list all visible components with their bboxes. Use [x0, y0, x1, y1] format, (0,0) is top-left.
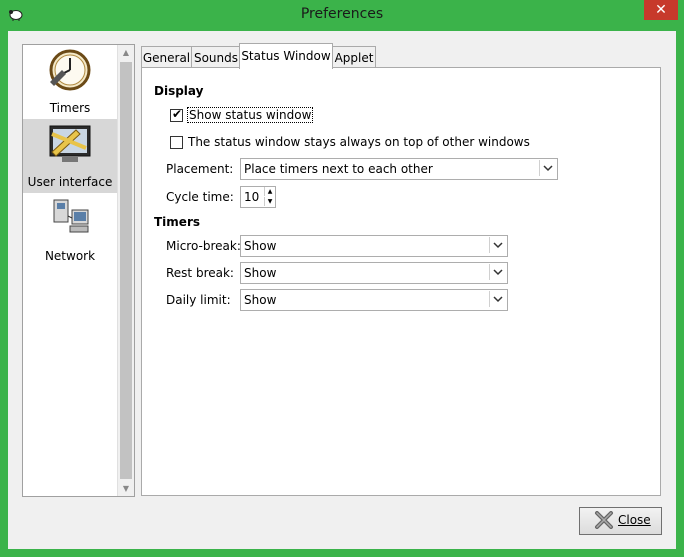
tab-status-window[interactable]: Status Window [239, 43, 333, 69]
display-heading: Display [154, 84, 204, 98]
dropdown-value: Show [244, 266, 277, 280]
daily-limit-dropdown[interactable]: Show [240, 289, 508, 311]
show-status-window-checkbox[interactable]: ✔ Show status window [170, 107, 314, 124]
dropdown-value: Show [244, 293, 277, 307]
window-title: Preferences [300, 6, 384, 22]
spinner-value: 10 [244, 190, 260, 204]
tab-general[interactable]: General [141, 46, 192, 68]
close-button-label: Close [618, 513, 651, 527]
tab-sounds[interactable]: Sounds [191, 46, 241, 68]
chevron-down-icon[interactable] [489, 264, 506, 280]
sidebar-item-label: User interface [27, 175, 113, 189]
placement-label: Placement: [166, 162, 234, 176]
checkbox-box[interactable] [170, 136, 183, 149]
clock-icon [49, 49, 91, 91]
sidebar-item-label: Network [44, 249, 96, 263]
placement-dropdown[interactable]: Place timers next to each other [240, 158, 558, 180]
chevron-down-icon[interactable] [489, 291, 506, 307]
checkmark-icon: ✔ [172, 107, 183, 121]
dropdown-value: Place timers next to each other [244, 162, 433, 176]
cycle-time-label: Cycle time: [166, 190, 234, 204]
sidebar-item-timers[interactable]: Timers [23, 45, 117, 119]
checkbox-box[interactable]: ✔ [170, 107, 183, 122]
rest-break-label: Rest break: [166, 266, 234, 280]
sidebar-item-network[interactable]: Network [23, 193, 117, 267]
spin-down-icon[interactable]: ▼ [264, 197, 275, 206]
micro-break-label: Micro-break: [166, 239, 241, 253]
rest-break-dropdown[interactable]: Show [240, 262, 508, 284]
close-button[interactable]: Close [579, 507, 662, 535]
sidebar-item-label: Timers [49, 101, 91, 115]
preferences-window: Preferences ✕ Timers User interface Netw… [0, 0, 684, 557]
spin-up-icon[interactable]: ▲ [264, 187, 275, 196]
window-close-button[interactable]: ✕ [644, 0, 678, 20]
network-icon [53, 199, 89, 233]
sidebar-item-user-interface[interactable]: User interface [23, 119, 117, 193]
scrollbar-thumb[interactable] [120, 62, 132, 479]
always-on-top-checkbox[interactable]: The status window stays always on top of… [170, 135, 530, 151]
scroll-down-icon[interactable]: ▼ [118, 484, 134, 493]
monitor-tools-icon [49, 125, 91, 162]
title-bar[interactable]: Preferences ✕ [0, 0, 684, 30]
close-icon [595, 511, 613, 529]
chevron-down-icon[interactable] [489, 237, 506, 253]
timers-heading: Timers [154, 215, 201, 229]
dropdown-value: Show [244, 239, 277, 253]
tab-applet[interactable]: Applet [332, 46, 376, 68]
daily-limit-label: Daily limit: [166, 293, 231, 307]
sidebar-scrollbar[interactable]: ▲ ▼ [117, 45, 134, 496]
micro-break-dropdown[interactable]: Show [240, 235, 508, 257]
scroll-up-icon[interactable]: ▲ [118, 48, 134, 57]
cycle-time-spinner[interactable]: 10 ▲ ▼ [240, 186, 276, 208]
checkbox-label: The status window stays always on top of… [188, 135, 530, 149]
chevron-down-icon[interactable] [539, 160, 556, 176]
client-area: Timers User interface Network ▲ ▼ Genera… [8, 31, 676, 549]
checkbox-label: Show status window [186, 107, 314, 123]
status-window-panel: Display ✔ Show status window The status … [141, 67, 661, 496]
category-list: Timers User interface Network ▲ ▼ [22, 44, 135, 497]
